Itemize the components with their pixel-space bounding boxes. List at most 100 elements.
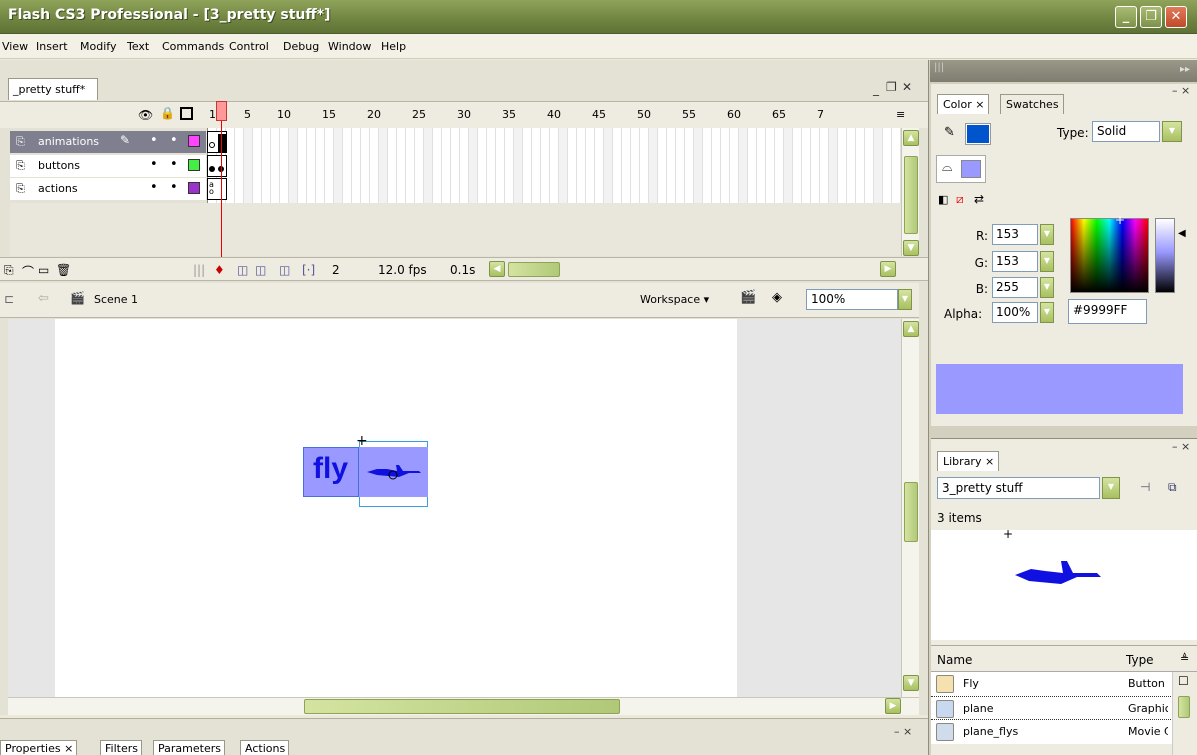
zoom-dropdown-button[interactable]: ▼ <box>898 289 912 310</box>
library-item-plane[interactable]: plane Graphic <box>931 696 1197 720</box>
onion-skin-icon[interactable]: ◫ <box>237 263 248 277</box>
stroke-color-swatch[interactable] <box>965 123 991 145</box>
onion-skin-outlines-icon[interactable]: ◫ <box>255 263 266 277</box>
r-slider-button[interactable]: ▼ <box>1040 224 1054 245</box>
center-frame-icon[interactable]: ♦ <box>214 263 225 277</box>
dock-header[interactable]: ||| ▸▸ <box>930 60 1197 82</box>
edit-multiple-frames-icon[interactable]: ◫ <box>279 263 290 277</box>
scroll-thumb[interactable] <box>304 699 620 714</box>
menu-help[interactable]: Help <box>381 40 406 53</box>
eye-icon[interactable]: 👁 <box>138 108 153 122</box>
tab-filters[interactable]: Filters <box>100 740 142 755</box>
timeline-scroll-left-button[interactable]: ◀ <box>489 261 505 277</box>
column-name[interactable]: Name <box>937 653 972 667</box>
tab-actions[interactable]: Actions <box>240 740 290 755</box>
black-white-icon[interactable]: ◧ <box>938 193 948 206</box>
b-slider-button[interactable]: ▼ <box>1040 277 1054 298</box>
layer-visibility-dot[interactable]: • <box>150 133 158 148</box>
playhead[interactable] <box>216 101 227 121</box>
library-item-fly[interactable]: Fly Button <box>931 672 1197 696</box>
b-input[interactable]: 255 <box>992 277 1038 298</box>
scene-name[interactable]: Scene 1 <box>94 293 138 306</box>
no-color-icon[interactable]: ⧄ <box>956 192 964 207</box>
lock-icon[interactable]: 🔒 <box>160 106 175 120</box>
outline-icon[interactable] <box>180 107 193 120</box>
scroll-thumb[interactable] <box>904 482 918 542</box>
menu-insert[interactable]: Insert <box>36 40 68 53</box>
color-panel-controls[interactable]: – × <box>1172 84 1190 97</box>
stage-vertical-scrollbar[interactable]: ▲ ▼ <box>901 319 919 697</box>
type-dropdown-button[interactable]: ▼ <box>1162 121 1182 142</box>
g-slider-button[interactable]: ▼ <box>1040 251 1054 272</box>
scroll-up-button[interactable]: ▲ <box>903 321 919 337</box>
tab-properties[interactable]: Properties × <box>0 740 78 755</box>
tab-library[interactable]: Library × <box>937 451 1000 471</box>
new-library-panel-icon[interactable]: ⧉ <box>1168 480 1177 495</box>
brightness-slider[interactable] <box>1155 218 1175 293</box>
library-item-plane-flys[interactable]: plane_flys Movie Clip <box>931 720 1197 744</box>
workspace-menu[interactable]: Workspace ▾ <box>640 293 709 306</box>
library-document-select[interactable]: 3_pretty stuff <box>937 477 1100 499</box>
layer-visibility-dot[interactable]: • <box>150 180 158 195</box>
expand-icon[interactable]: ⊏ <box>4 292 14 306</box>
keyframe-actions[interactable]: ao <box>207 178 227 200</box>
fly-button-symbol[interactable]: fly <box>303 447 359 497</box>
timeline-scroll-right-button[interactable]: ▶ <box>880 261 896 277</box>
layer-outline-swatch[interactable] <box>188 159 200 171</box>
stage[interactable] <box>55 319 737 697</box>
menu-view[interactable]: View <box>2 40 28 53</box>
divider-handle[interactable]: ||| <box>193 263 205 277</box>
add-folder-icon[interactable]: ▭ <box>38 263 49 277</box>
layer-lock-dot[interactable]: • <box>170 180 178 195</box>
tab-color[interactable]: Color × <box>937 94 990 114</box>
close-button[interactable]: ✕ <box>1165 6 1187 28</box>
timeline-menu-icon[interactable]: ≡ <box>896 108 905 121</box>
hex-input[interactable]: #9999FF <box>1068 299 1147 324</box>
alpha-input[interactable]: 100% <box>992 302 1038 323</box>
frames-grid[interactable] <box>207 128 901 203</box>
panel-close-button[interactable]: ✕ <box>902 80 912 94</box>
back-arrow-icon[interactable]: ⇦ <box>38 291 49 306</box>
scroll-up-button[interactable]: ▲ <box>903 130 919 146</box>
layer-outline-swatch[interactable] <box>188 182 200 194</box>
modify-onion-markers-icon[interactable]: [·] <box>302 263 315 277</box>
alpha-slider-button[interactable]: ▼ <box>1040 302 1054 323</box>
menu-window[interactable]: Window <box>328 40 371 53</box>
layer-outline-swatch[interactable] <box>188 135 200 147</box>
color-spectrum-picker[interactable] <box>1070 218 1149 293</box>
library-panel-controls[interactable]: – × <box>1172 440 1190 453</box>
scroll-down-button[interactable]: ▼ <box>903 675 919 691</box>
swap-colors-icon[interactable]: ⇄ <box>974 192 984 206</box>
add-layer-icon[interactable]: ⎘ <box>4 263 14 278</box>
edit-scene-icon[interactable]: 🎬 <box>740 290 756 305</box>
menu-debug[interactable]: Debug <box>283 40 319 53</box>
scroll-thumb[interactable] <box>904 156 918 234</box>
sort-icon[interactable]: ≜ <box>1180 652 1189 665</box>
edit-symbols-icon[interactable]: ◈ <box>772 290 782 305</box>
timeline-vertical-scrollbar[interactable]: ▲ ▼ <box>901 128 919 256</box>
layer-row-buttons[interactable]: ⎘ buttons • • <box>10 155 206 177</box>
restore-button[interactable]: ❐ <box>1140 6 1162 28</box>
layer-lock-dot[interactable]: • <box>170 133 178 148</box>
r-input[interactable]: 153 <box>992 224 1038 245</box>
menu-modify[interactable]: Modify <box>80 40 116 53</box>
keyframe-animations[interactable] <box>207 131 227 153</box>
scroll-right-button[interactable]: ▶ <box>885 698 901 714</box>
tab-parameters[interactable]: Parameters <box>153 740 225 755</box>
layer-row-actions[interactable]: ⎘ actions • • <box>10 178 206 200</box>
g-input[interactable]: 153 <box>992 251 1038 272</box>
delete-layer-icon[interactable]: 🗑 <box>56 263 71 277</box>
menu-text[interactable]: Text <box>127 40 149 53</box>
fill-color-swatch[interactable] <box>961 160 981 178</box>
scroll-thumb[interactable] <box>1178 696 1190 718</box>
layer-row-animations[interactable]: ⎘ animations ✎ • • <box>10 131 206 153</box>
library-document-dropdown-button[interactable]: ▼ <box>1102 477 1120 499</box>
menu-control[interactable]: Control <box>229 40 269 53</box>
minimize-button[interactable]: _ <box>1115 6 1137 28</box>
scroll-down-button[interactable]: ▼ <box>903 240 919 256</box>
panel-minimize-button[interactable]: _ <box>873 82 879 96</box>
document-tab[interactable]: _pretty stuff* <box>8 78 98 100</box>
panel-minimize-button[interactable]: – × <box>894 725 912 738</box>
timeline-horizontal-thumb[interactable] <box>508 262 560 277</box>
library-list-scrollbar[interactable]: ☐ <box>1172 672 1197 755</box>
